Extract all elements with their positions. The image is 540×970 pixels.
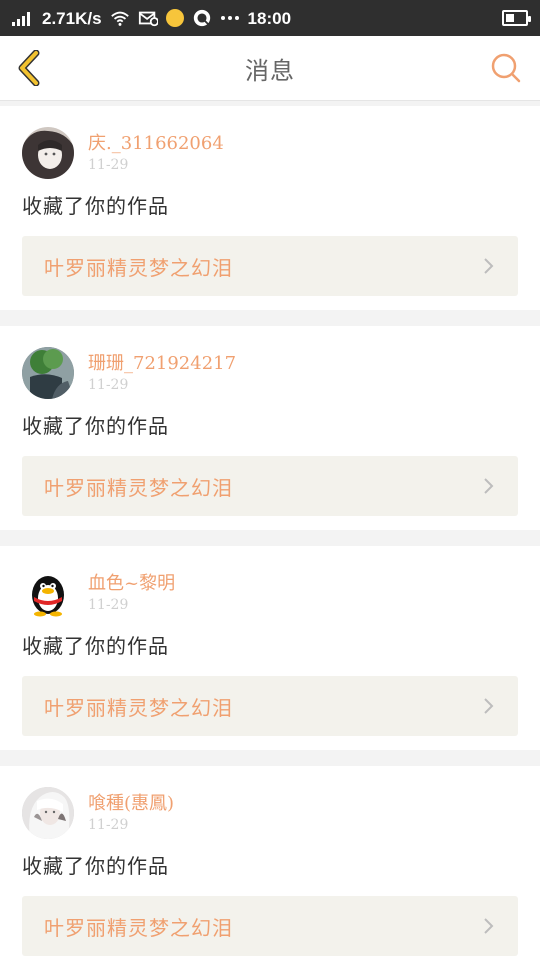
username[interactable]: 珊珊_721924217 (88, 354, 236, 374)
avatar[interactable] (22, 347, 74, 399)
message-action: 收藏了你的作品 (22, 194, 169, 218)
work-link[interactable]: 叶罗丽精灵梦之幻泪 (22, 456, 518, 516)
user-row: 珊珊_721924217 11-29 (22, 346, 518, 400)
page-header: 消息 (0, 36, 540, 100)
user-row: 喰種(惠鳳) 11-29 (22, 786, 518, 840)
chevron-right-icon (484, 698, 494, 714)
signal-icon (12, 10, 34, 26)
user-meta: 喰種(惠鳳) 11-29 (88, 794, 174, 832)
message-card: 庆._311662064 11-29 收藏了你的作品 叶罗丽精灵梦之幻泪 (0, 106, 540, 310)
penguin-avatar-icon (22, 567, 74, 619)
username[interactable]: 喰種(惠鳳) (88, 794, 174, 814)
search-button[interactable] (490, 52, 522, 84)
status-bar: 2.71K/s 18:00 (0, 0, 540, 36)
yellow-dot-icon (165, 9, 184, 27)
back-button[interactable] (14, 48, 46, 88)
search-icon (491, 53, 521, 83)
user-meta: 庆._311662064 11-29 (88, 134, 224, 172)
chevron-left-icon (18, 50, 40, 86)
user-meta: 血色~黎明 11-29 (88, 574, 175, 612)
status-time: 18:00 (247, 8, 292, 28)
user-meta: 珊珊_721924217 11-29 (88, 354, 236, 392)
message-action: 收藏了你的作品 (22, 414, 169, 438)
status-left-group: 2.71K/s 18:00 (12, 8, 291, 28)
more-icon (220, 8, 240, 28)
network-speed: 2.71K/s (42, 8, 102, 28)
page-title: 消息 (245, 56, 295, 85)
message-card: 血色~黎明 11-29 收藏了你的作品 叶罗丽精灵梦之幻泪 (0, 546, 540, 750)
avatar[interactable] (22, 567, 74, 619)
user-row: 庆._311662064 11-29 (22, 126, 518, 180)
username[interactable]: 血色~黎明 (88, 574, 175, 594)
work-title: 叶罗丽精灵梦之幻泪 (44, 255, 233, 280)
message-time: 11-29 (88, 816, 129, 833)
username[interactable]: 庆._311662064 (88, 134, 224, 154)
chevron-right-icon (484, 478, 494, 494)
message-action: 收藏了你的作品 (22, 854, 169, 878)
message-time: 11-29 (88, 596, 129, 613)
work-title: 叶罗丽精灵梦之幻泪 (44, 915, 233, 940)
message-action: 收藏了你的作品 (22, 634, 169, 658)
mail-icon (138, 8, 158, 28)
wifi-icon (110, 8, 130, 28)
message-list: 庆._311662064 11-29 收藏了你的作品 叶罗丽精灵梦之幻泪 珊珊_… (0, 100, 540, 970)
chat-icon (192, 8, 212, 28)
message-card: 喰種(惠鳳) 11-29 收藏了你的作品 叶罗丽精灵梦之幻泪 (0, 766, 540, 970)
battery-fill (506, 14, 515, 22)
message-card: 珊珊_721924217 11-29 收藏了你的作品 叶罗丽精灵梦之幻泪 (0, 326, 540, 530)
message-time: 11-29 (88, 376, 129, 393)
work-link[interactable]: 叶罗丽精灵梦之幻泪 (22, 676, 518, 736)
chevron-right-icon (484, 918, 494, 934)
avatar[interactable] (22, 127, 74, 179)
user-row: 血色~黎明 11-29 (22, 566, 518, 620)
chevron-right-icon (484, 258, 494, 274)
work-link[interactable]: 叶罗丽精灵梦之幻泪 (22, 896, 518, 956)
work-title: 叶罗丽精灵梦之幻泪 (44, 695, 233, 720)
avatar[interactable] (22, 787, 74, 839)
message-time: 11-29 (88, 156, 129, 173)
work-title: 叶罗丽精灵梦之幻泪 (44, 475, 233, 500)
battery-icon (502, 10, 531, 26)
work-link[interactable]: 叶罗丽精灵梦之幻泪 (22, 236, 518, 296)
